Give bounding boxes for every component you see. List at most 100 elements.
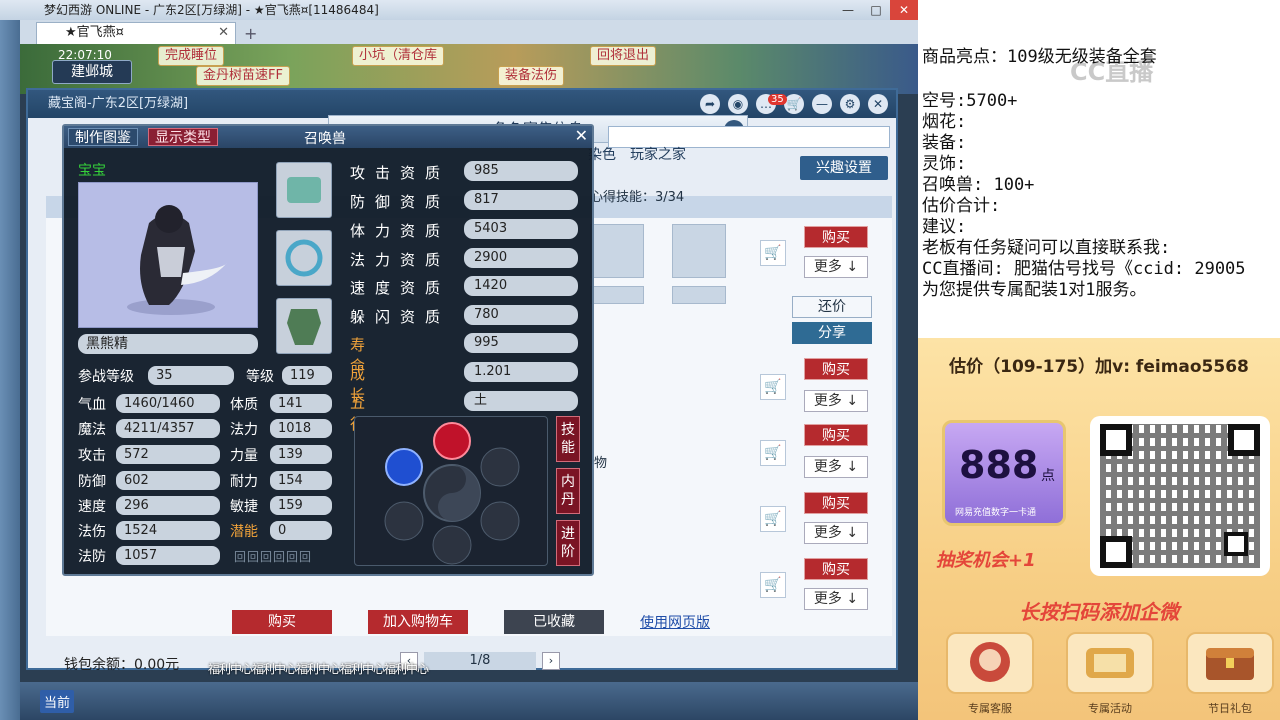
cart-icon[interactable]: 🛒: [760, 440, 786, 466]
favorited-button[interactable]: 已收藏: [504, 610, 604, 634]
quest-tracker-2[interactable]: 小坑（清仓库: [352, 46, 445, 66]
city-name[interactable]: 建邺城: [52, 60, 132, 84]
attr-label: 敏捷: [230, 499, 258, 515]
tab-player-home[interactable]: 玩家之家: [630, 144, 686, 164]
pet-equipment-slot[interactable]: [276, 230, 332, 286]
quest-tracker-3[interactable]: 回将退出: [590, 46, 657, 66]
buy-button[interactable]: 购买: [804, 424, 868, 446]
recharge-card: 888 点 网易充值数字一卡通: [942, 420, 1066, 526]
skill-progress: 心得技能：3/34: [590, 190, 685, 205]
share-button[interactable]: 分享: [792, 322, 872, 344]
window-controls: — □ ✕: [834, 0, 918, 20]
stat-value: 4211/4357: [116, 419, 220, 438]
level-label: 等级: [246, 369, 274, 385]
icon-label: 专属客服: [968, 702, 1012, 715]
buy-button[interactable]: 购买: [804, 558, 868, 580]
attr-label: 体质: [230, 397, 258, 413]
minimize-icon[interactable]: —: [812, 94, 832, 114]
pet-equipment-slot[interactable]: [276, 162, 332, 218]
share-icon[interactable]: ➦: [700, 94, 720, 114]
attr-label: 法力: [230, 422, 258, 438]
aptitude-label: 速度资质: [350, 279, 451, 297]
tab-display-type[interactable]: 显示类型: [148, 128, 218, 146]
next-page-button[interactable]: ›: [542, 652, 560, 670]
camera-icon[interactable]: ◉: [728, 94, 748, 114]
quest-tracker-1[interactable]: 完成睡位: [158, 46, 225, 66]
customer-service-icon[interactable]: [946, 632, 1034, 694]
more-button[interactable]: 更多 ↓: [804, 456, 868, 478]
window-close-button[interactable]: ✕: [890, 0, 918, 20]
channel-current[interactable]: 当前: [40, 690, 75, 713]
cart-icon[interactable]: 🛒: [784, 94, 804, 114]
bottom-action-bar: 购买 加入购物车 已收藏 使用网页版: [232, 610, 710, 634]
close-icon[interactable]: ✕: [868, 94, 888, 114]
maximize-button[interactable]: □: [862, 0, 890, 20]
card-subtitle: 网易充值数字一卡通: [955, 508, 1037, 518]
buy-button[interactable]: 购买: [804, 358, 868, 380]
element-value: 土: [464, 391, 578, 411]
notes-panel: CC直播 商品亮点：109级无级装备全套 空号:5700+ 烟花: 装备: 灵饰…: [918, 0, 1280, 338]
page-indicator: 1/8: [424, 652, 536, 670]
cbg-toolbar: ➦ ◉ … 🛒 — ⚙ ✕: [700, 94, 888, 114]
yin-yang-icon: [384, 422, 520, 565]
stat-value: 572: [116, 445, 220, 464]
lifespan-value: 995: [464, 333, 578, 353]
buy-button[interactable]: 购买: [804, 492, 868, 514]
tab-close-icon[interactable]: ✕: [218, 23, 229, 43]
note-line: 商品亮点：109级无级装备全套: [922, 47, 1157, 67]
skill-slot[interactable]: [590, 224, 644, 278]
card-number: 888: [959, 443, 1039, 487]
bargain-button[interactable]: 还价: [792, 296, 872, 318]
attr-label: 潜能: [230, 524, 258, 540]
attr-value: 139: [270, 445, 332, 464]
skill-slot[interactable]: [590, 286, 644, 304]
tab-character[interactable]: ★官飞燕¤ ✕: [36, 22, 236, 44]
interest-settings-button[interactable]: 兴趣设置: [800, 156, 888, 180]
promo-panel: 估价（109-175）加v: feimao5568 888 点 网易充值数字一卡…: [918, 338, 1280, 720]
treasure-chest-icon-graphic: [1206, 648, 1254, 680]
treasure-chest-icon[interactable]: [1186, 632, 1274, 694]
web-version-link[interactable]: 使用网页版: [640, 612, 710, 632]
attr-label: 耐力: [230, 474, 258, 490]
qr-code[interactable]: [1090, 416, 1270, 576]
cart-icon[interactable]: 🛒: [760, 572, 786, 598]
attr-value: 0: [270, 521, 332, 540]
inner-pill-button[interactable]: 内丹: [556, 468, 580, 514]
quest-tracker-5[interactable]: 装备法伤: [498, 66, 565, 86]
tab-bar: ★官飞燕¤ ✕ +: [20, 20, 918, 44]
new-tab-button[interactable]: +: [244, 24, 257, 43]
aptitude-label: 攻击资质: [350, 164, 451, 182]
cbg-title: 藏宝阁-广东2区[万绿湖]: [48, 96, 189, 111]
more-button[interactable]: 更多 ↓: [804, 588, 868, 610]
skill-slot[interactable]: [672, 286, 726, 304]
tab-label: ★官飞燕¤: [65, 25, 124, 40]
pet-portrait: [78, 182, 258, 328]
pet-equipment-slot[interactable]: [276, 298, 332, 354]
aptitude-label: 体力资质: [350, 222, 451, 240]
buy-button[interactable]: 购买: [804, 226, 868, 248]
buy-now-button[interactable]: 购买: [232, 610, 332, 634]
note-line: 为您提供专属配装1对1服务。: [922, 280, 1147, 300]
qr-finder: [1100, 536, 1132, 568]
attr-value: 141: [270, 394, 332, 413]
scroll-icon[interactable]: [1066, 632, 1154, 694]
skill-button[interactable]: 技能: [556, 416, 580, 462]
advance-button[interactable]: 进阶: [556, 520, 580, 566]
minimize-button[interactable]: —: [834, 0, 862, 20]
cart-icon[interactable]: 🛒: [760, 240, 786, 266]
more-button[interactable]: 更多 ↓: [804, 522, 868, 544]
skill-slot[interactable]: [672, 224, 726, 278]
pet-close-icon[interactable]: ✕: [575, 126, 588, 145]
cart-icon[interactable]: 🛒: [760, 506, 786, 532]
stat-label: 法防: [78, 549, 106, 565]
cart-icon[interactable]: 🛒: [760, 374, 786, 400]
tab-atlas[interactable]: 制作图鉴: [68, 128, 138, 146]
quest-tracker-4[interactable]: 金丹树苗速FF: [196, 66, 290, 86]
stat-label: 气血: [78, 397, 106, 413]
settings-icon[interactable]: ⚙: [840, 94, 860, 114]
add-to-cart-button[interactable]: 加入购物车: [368, 610, 468, 634]
more-button[interactable]: 更多 ↓: [804, 390, 868, 412]
lottery-text: 抽奖机会+1: [936, 550, 1036, 571]
more-button[interactable]: 更多 ↓: [804, 256, 868, 278]
battle-level-value: 35: [148, 366, 234, 385]
